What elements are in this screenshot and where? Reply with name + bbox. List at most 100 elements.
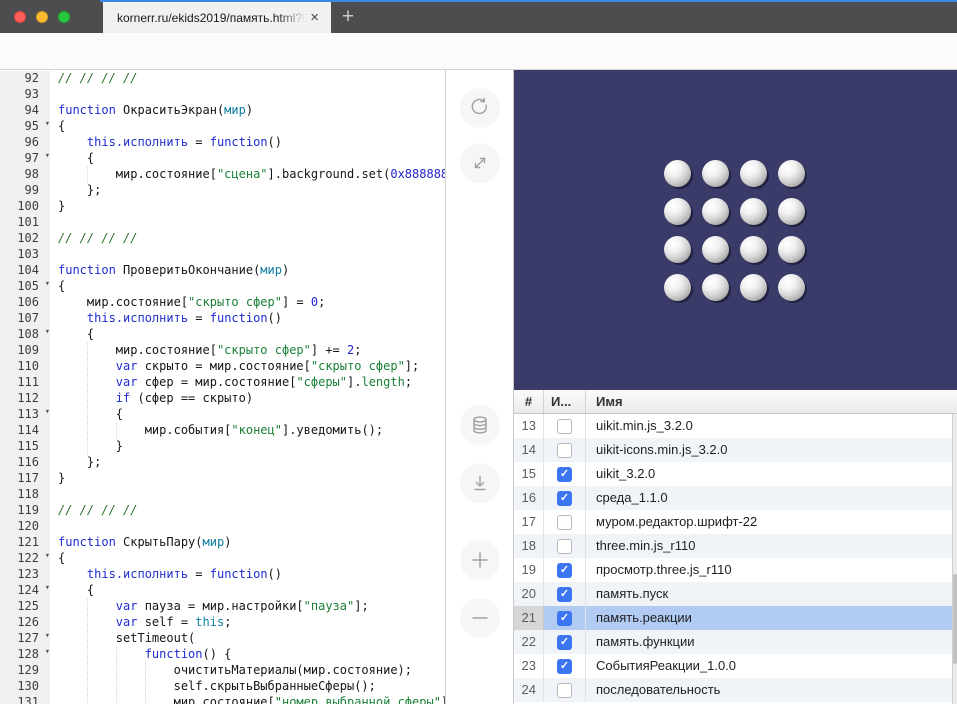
code-text[interactable]: // // // //: [50, 231, 445, 247]
line-number[interactable]: 116: [0, 455, 50, 471]
code-line[interactable]: 103: [0, 247, 445, 263]
line-number[interactable]: 106: [0, 295, 50, 311]
module-name[interactable]: память.функции: [586, 630, 957, 654]
code-line[interactable]: 126 var self = this;: [0, 615, 445, 631]
line-number[interactable]: 93: [0, 87, 50, 103]
table-scrollbar[interactable]: [952, 414, 957, 704]
code-line[interactable]: 108▾ {: [0, 327, 445, 343]
zoom-in-button[interactable]: [460, 540, 500, 580]
new-tab-button[interactable]: +: [331, 0, 365, 33]
line-number[interactable]: 121: [0, 535, 50, 551]
scrollbar-thumb[interactable]: [953, 574, 957, 664]
line-number[interactable]: 101: [0, 215, 50, 231]
line-number[interactable]: 115: [0, 439, 50, 455]
line-number[interactable]: 117: [0, 471, 50, 487]
line-number[interactable]: 105▾: [0, 279, 50, 295]
line-number[interactable]: 98: [0, 167, 50, 183]
module-checkbox[interactable]: [557, 515, 572, 530]
code-text[interactable]: }: [50, 439, 445, 455]
code-text[interactable]: {: [50, 119, 445, 135]
header-number[interactable]: #: [514, 390, 544, 413]
code-line[interactable]: 98 мир.состояние["сцена"].background.set…: [0, 167, 445, 183]
code-text[interactable]: {: [50, 583, 445, 599]
code-text[interactable]: this.исполнить = function(): [50, 135, 445, 151]
code-text[interactable]: var скрыто = мир.состояние["скрыто сфер"…: [50, 359, 445, 375]
code-text[interactable]: [50, 519, 445, 535]
tab-close-icon[interactable]: ×: [306, 8, 323, 27]
table-row[interactable]: 18three.min.js_r110: [514, 534, 957, 558]
module-checkbox[interactable]: ✓: [557, 563, 572, 578]
line-number[interactable]: 127▾: [0, 631, 50, 647]
line-number[interactable]: 112: [0, 391, 50, 407]
code-text[interactable]: мир.состояние["сцена"].background.set(0x…: [50, 167, 445, 183]
line-number[interactable]: 107: [0, 311, 50, 327]
module-name[interactable]: uikit-icons.min.js_3.2.0: [586, 438, 957, 462]
line-number[interactable]: 113▾: [0, 407, 50, 423]
code-line[interactable]: 117}: [0, 471, 445, 487]
module-checkbox[interactable]: [557, 683, 572, 698]
table-row[interactable]: 20✓память.пуск: [514, 582, 957, 606]
code-text[interactable]: мир.события["конец"].уведомить();: [50, 423, 445, 439]
minimize-window-button[interactable]: [36, 11, 48, 23]
code-text[interactable]: // // // //: [50, 503, 445, 519]
line-number[interactable]: 119: [0, 503, 50, 519]
line-number[interactable]: 126: [0, 615, 50, 631]
code-line[interactable]: 107 this.исполнить = function(): [0, 311, 445, 327]
close-window-button[interactable]: [14, 11, 26, 23]
code-line[interactable]: 127▾ setTimeout(: [0, 631, 445, 647]
code-text[interactable]: function ПроверитьОкончание(мир): [50, 263, 445, 279]
expand-fullscreen-button[interactable]: [460, 143, 500, 183]
code-text[interactable]: {: [50, 551, 445, 567]
code-text[interactable]: };: [50, 455, 445, 471]
line-number[interactable]: 129: [0, 663, 50, 679]
code-text[interactable]: setTimeout(: [50, 631, 445, 647]
table-row[interactable]: 21✓память.реакции: [514, 606, 957, 630]
module-name[interactable]: память.пуск: [586, 582, 957, 606]
line-number[interactable]: 131: [0, 695, 50, 704]
header-used[interactable]: И...: [544, 390, 586, 413]
line-number[interactable]: 109: [0, 343, 50, 359]
code-line[interactable]: 121function СкрытьПару(мир): [0, 535, 445, 551]
download-button[interactable]: [460, 463, 500, 503]
module-name[interactable]: память.реакции: [586, 606, 957, 630]
code-line[interactable]: 94function ОкраситьЭкран(мир): [0, 103, 445, 119]
code-line[interactable]: 106 мир.состояние["скрыто сфер"] = 0;: [0, 295, 445, 311]
module-name[interactable]: муром.редактор.шрифт-22: [586, 510, 957, 534]
table-row[interactable]: 19✓просмотр.three.js_r110: [514, 558, 957, 582]
zoom-out-button[interactable]: [460, 598, 500, 638]
code-text[interactable]: this.исполнить = function(): [50, 311, 445, 327]
module-name[interactable]: СобытияРеакции_1.0.0: [586, 654, 957, 678]
module-checkbox[interactable]: [557, 443, 572, 458]
line-number[interactable]: 118: [0, 487, 50, 503]
code-line[interactable]: 125 var пауза = мир.настройки["пауза"];: [0, 599, 445, 615]
module-name[interactable]: three.min.js_r110: [586, 534, 957, 558]
table-row[interactable]: 16✓среда_1.1.0: [514, 486, 957, 510]
code-line[interactable]: 120: [0, 519, 445, 535]
viewport-3d[interactable]: [514, 70, 957, 390]
code-text[interactable]: {: [50, 151, 445, 167]
code-line[interactable]: 105▾{: [0, 279, 445, 295]
code-text[interactable]: [50, 87, 445, 103]
module-checkbox[interactable]: ✓: [557, 611, 572, 626]
table-row[interactable]: 13uikit.min.js_3.2.0: [514, 414, 957, 438]
line-number[interactable]: 99: [0, 183, 50, 199]
line-number[interactable]: 97▾: [0, 151, 50, 167]
table-row[interactable]: 22✓память.функции: [514, 630, 957, 654]
code-line[interactable]: 122▾{: [0, 551, 445, 567]
code-line[interactable]: 100}: [0, 199, 445, 215]
code-text[interactable]: function ОкраситьЭкран(мир): [50, 103, 445, 119]
code-text[interactable]: }: [50, 199, 445, 215]
code-text[interactable]: // // // //: [50, 71, 445, 87]
code-line[interactable]: 131 мир.состояние["номер выбранной сферы…: [0, 695, 445, 704]
line-number[interactable]: 96: [0, 135, 50, 151]
code-line[interactable]: 96 this.исполнить = function(): [0, 135, 445, 151]
code-text[interactable]: [50, 247, 445, 263]
code-text[interactable]: }: [50, 471, 445, 487]
database-button[interactable]: [460, 405, 500, 445]
code-line[interactable]: 102// // // //: [0, 231, 445, 247]
table-row[interactable]: 15✓uikit_3.2.0: [514, 462, 957, 486]
code-text[interactable]: var сфер = мир.состояние["сферы"].length…: [50, 375, 445, 391]
code-text[interactable]: мир.состояние["скрыто сфер"] = 0;: [50, 295, 445, 311]
code-line[interactable]: 97▾ {: [0, 151, 445, 167]
code-text[interactable]: [50, 215, 445, 231]
